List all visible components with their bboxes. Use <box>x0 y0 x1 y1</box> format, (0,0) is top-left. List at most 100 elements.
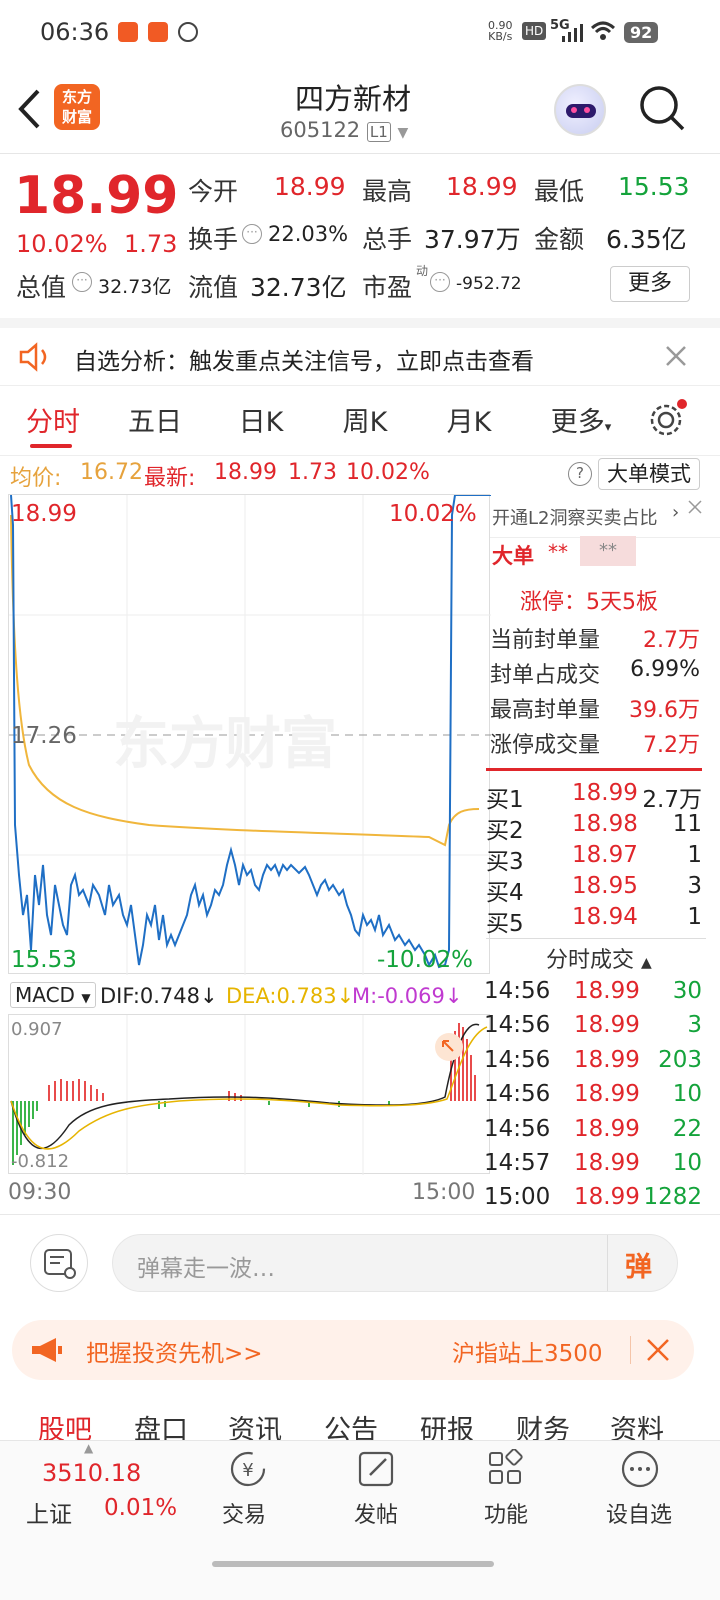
pe-sup: 动 <box>416 264 429 278</box>
help-icon[interactable]: ? <box>568 462 592 486</box>
volume-label: 总手 <box>362 225 413 254</box>
mcap-value: 32.73亿 <box>98 276 172 298</box>
info-icon[interactable]: ··· <box>242 224 262 244</box>
pe-value: -952.72 <box>456 274 522 294</box>
apps-grid-icon <box>489 1449 523 1484</box>
turnover-label: 换手 <box>188 225 239 254</box>
tab-five-day[interactable]: 五日 <box>110 400 200 439</box>
danmu-settings-icon <box>44 1249 76 1279</box>
index-pct[interactable]: 0.01% <box>104 1495 177 1521</box>
post-button[interactable]: 发帖 <box>336 1449 416 1539</box>
divider <box>630 1336 631 1364</box>
home-indicator[interactable] <box>212 1561 494 1567</box>
status-bar: 06:36 0.90 KB/s HD 5G 92 <box>0 0 720 66</box>
chart-top-price: 18.99 <box>11 501 77 527</box>
trade-list: 14:56 18.99 30 14:56 18.99 3 14:56 18.99 203 1… <box>484 978 706 1219</box>
limit-up-title: 涨停：5天5板 <box>520 590 658 615</box>
stat-row: 最高封单量 39.6万 <box>490 698 700 723</box>
status-time: 06:36 <box>40 18 110 46</box>
close-icon[interactable] <box>646 1338 670 1362</box>
divider <box>486 938 706 939</box>
macd-chart[interactable]: 0.907 -0.812 <box>8 1014 490 1175</box>
tab-intraday[interactable]: 分时 <box>8 400 98 439</box>
trade-row: 14:57 18.99 10 <box>484 1149 702 1176</box>
latest-value: 18.99 <box>214 460 277 485</box>
high-value: 18.99 <box>446 172 518 201</box>
close-icon[interactable] <box>686 498 704 516</box>
eastmoney-logo[interactable]: 东方 财富 <box>54 84 100 130</box>
index-value[interactable]: 3510.18 <box>42 1459 141 1487</box>
info-icon[interactable]: ··· <box>430 272 450 292</box>
tab-monthly-k[interactable]: 月K <box>424 400 514 439</box>
open-label: 今开 <box>188 177 239 206</box>
bid-row: 买2 18.98 11 <box>486 811 702 844</box>
tab-daily-k[interactable]: 日K <box>216 400 306 439</box>
open-value: 18.99 <box>274 172 346 201</box>
chart-bottom-pct: -10.02% <box>377 947 473 973</box>
functions-button[interactable]: 功能 <box>466 1449 546 1539</box>
add-watchlist-button[interactable]: 设自选 <box>600 1449 690 1539</box>
trade-row: 14:56 18.99 30 <box>484 978 702 1004</box>
tab-weekly-k[interactable]: 周K <box>320 400 410 439</box>
notice-bar[interactable]: 自选分析：触发重点关注信号，立即点击查看 <box>0 318 720 386</box>
high-label: 最高 <box>362 177 413 206</box>
avg-value: 16.72 <box>80 460 143 485</box>
pe-label: 市盈 <box>362 273 413 302</box>
chart-bottom-price: 15.53 <box>11 947 77 973</box>
tab-more[interactable]: 更多▾ <box>536 400 626 439</box>
speaker-icon <box>19 342 47 372</box>
divider <box>486 768 702 771</box>
more-button[interactable]: 更多 <box>610 266 690 302</box>
index-name[interactable]: 上证 <box>26 1495 72 1529</box>
danmu-toggle-button[interactable]: 弹 <box>625 1245 652 1284</box>
latest-pct: 10.02% <box>346 460 430 485</box>
indicator-select[interactable]: MACD ▼ <box>10 982 96 1008</box>
latest-label: 最新: <box>144 466 196 491</box>
danmu-settings-button[interactable] <box>30 1234 88 1292</box>
stock-code[interactable]: 605122 L1 ▼ <box>280 118 408 142</box>
big-order-label: 大单 <box>492 544 534 568</box>
quote-panel: 18.99 10.02% 1.73 今开 18.99 最高 18.99 最低 1… <box>0 156 720 316</box>
time-start: 09:30 <box>8 1180 72 1205</box>
volume-value: 37.97万 <box>424 225 521 254</box>
bid-row: 买1 18.99 2.7万 <box>486 780 702 813</box>
trade-label: 交易 <box>222 1503 267 1528</box>
net-speed: 0.90 KB/s <box>488 19 513 43</box>
time-axis: 09:30 15:00 <box>8 1178 490 1210</box>
banner-right-text: 沪指站上3500 <box>452 1341 603 1367</box>
trade-button[interactable]: ¥ 交易 <box>206 1449 286 1539</box>
macd-m: M:-0.069↓ <box>352 984 463 1008</box>
intraday-chart-svg <box>9 495 491 975</box>
macd-top-value: 0.907 <box>11 1019 63 1040</box>
danmu-input[interactable]: 弹幕走一波… 弹 <box>112 1234 678 1292</box>
low-value: 15.53 <box>618 172 690 201</box>
promo-banner[interactable]: 把握投资先机>> 沪指站上3500 <box>12 1320 694 1380</box>
mcap-label: 总值 <box>16 273 67 302</box>
stock-name: 四方新材 <box>294 82 411 116</box>
settings-gear-icon[interactable] <box>646 398 688 440</box>
robot-assistant-icon[interactable] <box>554 84 606 136</box>
chevron-right-icon: › <box>672 502 680 523</box>
stat-row: 当前封单量 2.7万 <box>490 628 700 653</box>
divider <box>607 1235 608 1291</box>
l2-promo[interactable]: 开通L2洞察买卖占比 › <box>490 494 720 538</box>
macd-dif: DIF:0.748↓ <box>100 984 218 1008</box>
info-icon[interactable]: ··· <box>72 272 92 292</box>
yuan-exchange-icon: ¥ <box>230 1451 266 1487</box>
close-icon[interactable] <box>664 344 688 368</box>
big-order-masked[interactable]: ** <box>580 536 636 566</box>
chart-top-pct: 10.02% <box>389 501 477 527</box>
period-tabs: 分时 五日 日K 周K 月K 更多▾ <box>0 392 720 456</box>
search-icon[interactable] <box>638 84 686 134</box>
bid-row: 买3 18.97 1 <box>486 842 702 875</box>
back-arrow-icon[interactable] <box>16 88 42 130</box>
big-order-value: ** <box>548 540 568 564</box>
hd-icon: HD <box>522 22 547 40</box>
change-pct: 10.02% <box>16 230 108 258</box>
sync-icon <box>178 22 198 42</box>
intraday-chart[interactable]: 18.99 10.02% 17.26 东方财富 15.53 -10.02% <box>8 494 491 975</box>
big-order-mode-button[interactable]: 大单模式 <box>598 458 700 490</box>
post-label: 发帖 <box>354 1503 399 1528</box>
functions-label: 功能 <box>484 1503 529 1528</box>
trades-title[interactable]: 分时成交 ▲ <box>546 942 652 974</box>
